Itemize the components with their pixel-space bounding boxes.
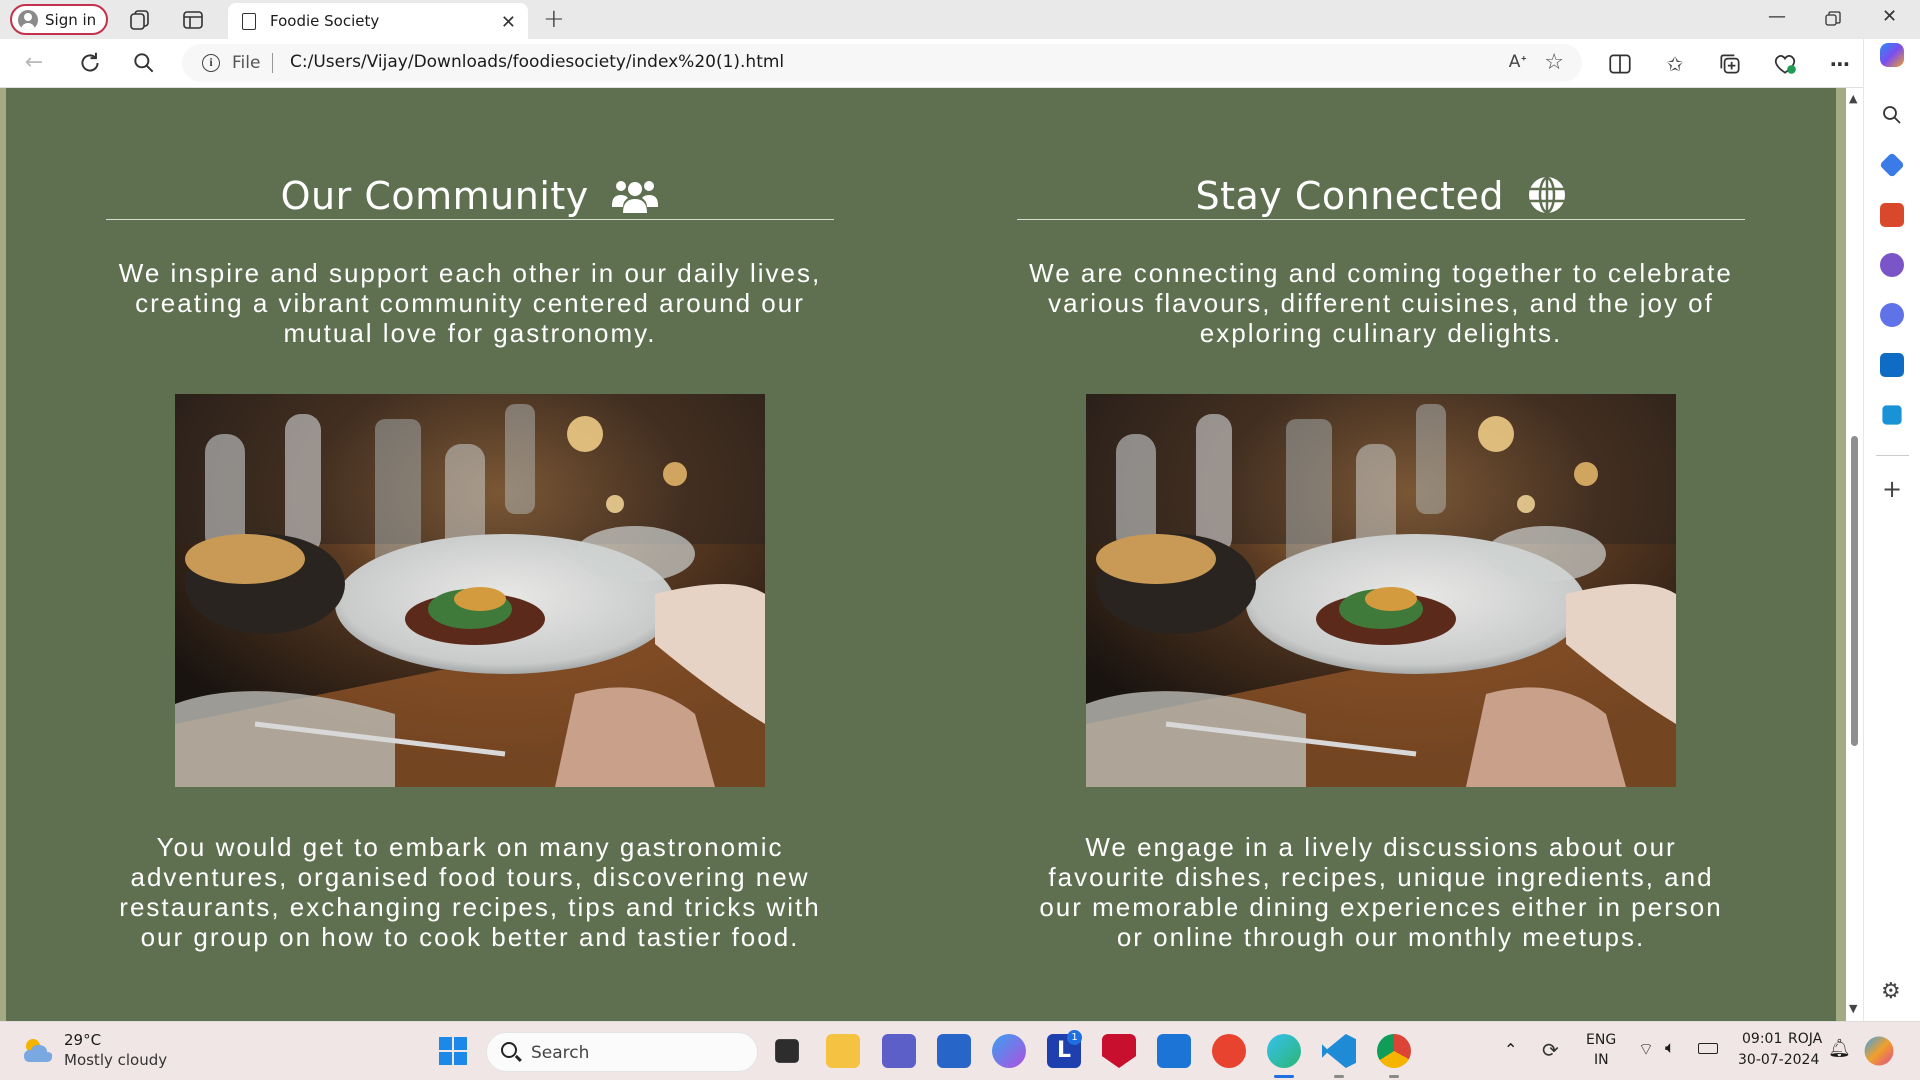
sign-in-button[interactable]: Sign in xyxy=(10,4,108,35)
taskbar-search[interactable]: Search xyxy=(486,1032,758,1072)
microsoft-store-icon[interactable] xyxy=(937,1034,971,1068)
page-scrollbar[interactable]: ▲ ▼ xyxy=(1846,88,1863,1021)
cloudy-weather-icon[interactable] xyxy=(22,1036,54,1064)
chrome-icon[interactable] xyxy=(1377,1034,1411,1068)
windows-taskbar: 29°C Mostly cloudy Search L 1 ⌃ ⟳ ENG IN… xyxy=(0,1021,1920,1080)
microsoft-365-icon[interactable] xyxy=(1880,303,1904,327)
vscode-icon[interactable] xyxy=(1322,1034,1356,1068)
scrollbar-thumb[interactable] xyxy=(1851,436,1858,746)
browser-essentials-icon[interactable] xyxy=(1772,51,1798,77)
connected-column: Stay Connected We are connecting and com… xyxy=(1017,88,1745,952)
games-icon[interactable] xyxy=(1880,253,1904,277)
teams-icon[interactable] xyxy=(882,1034,916,1068)
windows-start-icon[interactable] xyxy=(436,1034,470,1068)
connected-heading-text: Stay Connected xyxy=(1195,174,1504,218)
page-section: Our Community We inspire and support eac… xyxy=(6,88,1836,1021)
notifications-bell-icon[interactable]: 🔔︎ xyxy=(1828,1038,1851,1059)
search-icon[interactable] xyxy=(131,50,157,76)
copilot-icon[interactable] xyxy=(1880,43,1904,67)
scroll-up-icon[interactable]: ▲ xyxy=(1849,92,1857,105)
task-view-icon[interactable] xyxy=(775,1039,799,1063)
vscode-active-indicator xyxy=(1334,1075,1344,1078)
url-text[interactable]: C:/Users/Vijay/Downloads/foodiesociety/i… xyxy=(290,52,784,72)
scroll-down-icon[interactable]: ▼ xyxy=(1849,1002,1857,1015)
file-explorer-icon[interactable] xyxy=(826,1034,860,1068)
show-hidden-icons-icon[interactable]: ⌃ xyxy=(1504,1040,1517,1059)
address-bar[interactable]: i File C:/Users/Vijay/Downloads/foodieso… xyxy=(182,44,1582,82)
connected-intro: We are connecting and coming together to… xyxy=(1029,258,1733,348)
close-tab-icon[interactable]: ✕ xyxy=(501,12,516,33)
clock-time[interactable]: 09:01 xyxy=(1742,1031,1782,1047)
add-sidebar-app-icon[interactable]: + xyxy=(1882,475,1902,503)
restore-icon[interactable] xyxy=(1825,11,1841,27)
avatar-icon xyxy=(18,9,38,30)
close-window-icon[interactable]: ✕ xyxy=(1882,6,1897,27)
community-column: Our Community We inspire and support eac… xyxy=(106,88,834,952)
more-options-icon[interactable]: ⋯ xyxy=(1827,51,1853,77)
workspaces-icon[interactable] xyxy=(128,8,152,32)
dining-photo xyxy=(175,394,765,787)
sign-in-label: Sign in xyxy=(45,10,97,29)
clock-date[interactable]: 30-07-2024 xyxy=(1738,1052,1819,1068)
chrome-active-indicator xyxy=(1389,1075,1399,1078)
back-icon[interactable]: ← xyxy=(21,50,47,76)
taskbar-search-placeholder: Search xyxy=(531,1043,590,1063)
web-page-viewport: Our Community We inspire and support eac… xyxy=(0,88,1846,1021)
site-info-icon[interactable]: i xyxy=(202,54,220,72)
sidebar-settings-icon[interactable]: ⚙ xyxy=(1881,979,1901,1004)
refresh-icon[interactable] xyxy=(77,50,103,76)
wps-office-icon[interactable] xyxy=(1212,1034,1246,1068)
edge-active-indicator xyxy=(1274,1075,1294,1078)
taskbar-search-icon xyxy=(501,1042,517,1058)
connected-details: We engage in a lively discussions about … xyxy=(1039,832,1723,952)
wifi-icon[interactable]: ⌔ xyxy=(1638,1039,1654,1060)
language-top[interactable]: ENG xyxy=(1586,1032,1616,1048)
community-heading-text: Our Community xyxy=(280,174,589,218)
tools-icon[interactable] xyxy=(1880,203,1904,227)
weather-description: Mostly cloudy xyxy=(64,1051,168,1069)
drop-icon[interactable] xyxy=(1882,405,1902,425)
community-intro: We inspire and support each other in our… xyxy=(118,258,822,348)
connected-heading: Stay Connected xyxy=(1017,173,1745,220)
community-details: You would get to embark on many gastrono… xyxy=(119,832,821,952)
notification-badge: 1 xyxy=(1067,1030,1082,1045)
read-aloud-icon[interactable]: Aᐩ xyxy=(1509,52,1527,72)
minimize-icon[interactable]: — xyxy=(1768,6,1786,27)
battery-icon[interactable] xyxy=(1698,1043,1718,1054)
page-icon xyxy=(242,12,256,30)
collections-icon[interactable] xyxy=(1717,51,1743,77)
url-scheme-label: File xyxy=(232,53,261,73)
tab-actions-icon[interactable] xyxy=(181,8,205,32)
edge-taskbar-icon[interactable] xyxy=(1267,1034,1301,1068)
copilot-preview-icon[interactable] xyxy=(1864,1036,1894,1066)
mcafee-icon[interactable] xyxy=(1102,1034,1136,1068)
sidebar-search-icon[interactable] xyxy=(1880,103,1904,127)
user-tag: ROJA xyxy=(1788,1031,1823,1047)
dining-photo xyxy=(1086,394,1676,787)
favorite-star-icon[interactable]: ☆ xyxy=(1544,50,1564,75)
sync-icon[interactable]: ⟳ xyxy=(1542,1038,1559,1062)
globe-icon xyxy=(1528,176,1565,214)
url-separator xyxy=(272,53,273,73)
tab-title: Foodie Society xyxy=(270,12,380,30)
new-tab-button[interactable]: + xyxy=(543,4,565,34)
language-bottom[interactable]: IN xyxy=(1594,1052,1609,1068)
shopping-tag-icon[interactable] xyxy=(1879,152,1905,178)
outlook-icon[interactable] xyxy=(1880,353,1904,377)
sidebar-divider xyxy=(1876,455,1909,456)
tab-foodie-society[interactable]: Foodie Society ✕ xyxy=(228,3,528,39)
community-heading: Our Community xyxy=(106,173,834,220)
users-icon xyxy=(612,181,659,213)
cortana-icon[interactable] xyxy=(1157,1034,1191,1068)
browser-tab-bar: Sign in Foodie Society ✕ + — ✕ xyxy=(0,0,1920,39)
edge-sidebar: + ⚙ xyxy=(1863,39,1920,1021)
copilot-taskbar-icon[interactable] xyxy=(992,1034,1026,1068)
volume-icon[interactable]: 🔈︎ xyxy=(1665,1038,1675,1058)
split-screen-icon[interactable] xyxy=(1607,51,1633,77)
weather-temperature: 29°C xyxy=(64,1031,102,1049)
favorites-icon[interactable]: ✩ xyxy=(1662,51,1688,77)
